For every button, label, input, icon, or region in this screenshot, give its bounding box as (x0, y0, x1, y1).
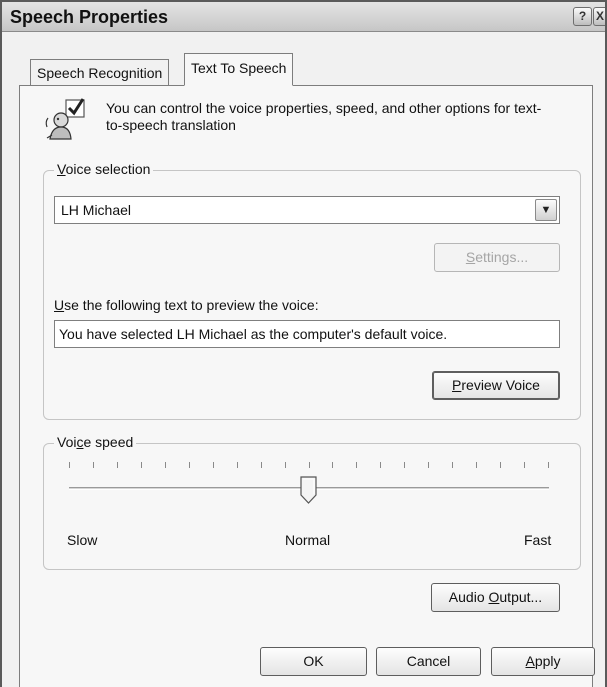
speed-slider-tick (261, 462, 262, 468)
voice-speed-label-b: e speed (83, 434, 134, 450)
speed-slider-ticks (69, 462, 549, 470)
intro-description: You can control the voice properties, sp… (106, 100, 542, 133)
audio-output-mnemonic: O (488, 589, 500, 605)
chevron-down-icon[interactable]: ▼ (535, 199, 557, 221)
ok-button[interactable]: OK (260, 647, 367, 676)
apply-mnemonic: A (525, 653, 535, 669)
apply-label-rest: pply (534, 653, 561, 669)
speed-slider-tick (285, 462, 286, 468)
speech-figure-with-checkmark-icon (45, 98, 85, 140)
audio-output-button[interactable]: Audio Output... (431, 583, 560, 612)
voice-speed-label: Voice speed (54, 434, 137, 450)
preview-voice-label-rest: review Voice (461, 377, 540, 393)
speed-slider-thumb[interactable] (300, 476, 317, 504)
settings-mnemonic: S (465, 249, 476, 265)
speed-slider-tick (332, 462, 333, 468)
preview-voice-mnemonic: P (452, 377, 462, 393)
speed-slider-tick (141, 462, 142, 468)
speed-slider-tick (69, 462, 70, 468)
preview-label-rest: se the following text to preview the voi… (64, 297, 319, 313)
audio-output-label-b: utput... (499, 589, 543, 605)
title-bar[interactable]: Speech Properties ? X (2, 2, 605, 32)
settings-label-rest: ettings... (475, 249, 529, 265)
speed-slider-tick (213, 462, 214, 468)
speed-slider-tick (500, 462, 501, 468)
tab-speech-recognition[interactable]: Speech Recognition (30, 59, 170, 85)
speed-slider-tick (380, 462, 381, 468)
speed-slider-tick (476, 462, 477, 468)
help-icon[interactable]: ? (573, 7, 592, 26)
preview-text-label: Use the following text to preview the vo… (54, 297, 319, 313)
speed-slider-tick (404, 462, 405, 468)
speed-normal-label: Normal (285, 532, 331, 548)
speed-slider-tick (524, 462, 525, 468)
preview-label-mnemonic: U (54, 297, 65, 313)
preview-text-input[interactable] (54, 320, 560, 348)
speed-slider-tick (189, 462, 190, 468)
apply-button[interactable]: Apply (491, 647, 595, 676)
cancel-button[interactable]: Cancel (376, 647, 481, 676)
speed-slider-tick (548, 462, 549, 468)
preview-voice-button[interactable]: Preview Voice (432, 371, 560, 400)
window-title: Speech Properties (10, 7, 169, 27)
settings-button[interactable]: Settings... (434, 243, 560, 272)
voice-dropdown-value: LH Michael (61, 202, 132, 218)
speed-slider-tick (165, 462, 166, 468)
speed-slider-tick (237, 462, 238, 468)
audio-output-label-a: Audio (448, 589, 489, 605)
speed-slider-tick (356, 462, 357, 468)
speed-slider-tick (452, 462, 453, 468)
speed-slider-tick (93, 462, 94, 468)
voice-selection-mnemonic: V (57, 161, 66, 177)
voice-dropdown[interactable]: LH Michael ▼ (54, 196, 560, 224)
speed-slider-tick (309, 462, 310, 468)
speed-slow-label: Slow (67, 532, 98, 548)
speed-slider-tick (428, 462, 429, 468)
speed-fast-label: Fast (524, 532, 552, 548)
voice-selection-label-rest: oice selection (65, 161, 151, 177)
voice-selection-label: Voice selection (54, 161, 154, 177)
tab-text-to-speech[interactable]: Text To Speech (184, 53, 294, 86)
speed-slider-tick (117, 462, 118, 468)
voice-speed-label-a: Voi (57, 434, 77, 450)
close-icon[interactable]: X (593, 7, 605, 26)
